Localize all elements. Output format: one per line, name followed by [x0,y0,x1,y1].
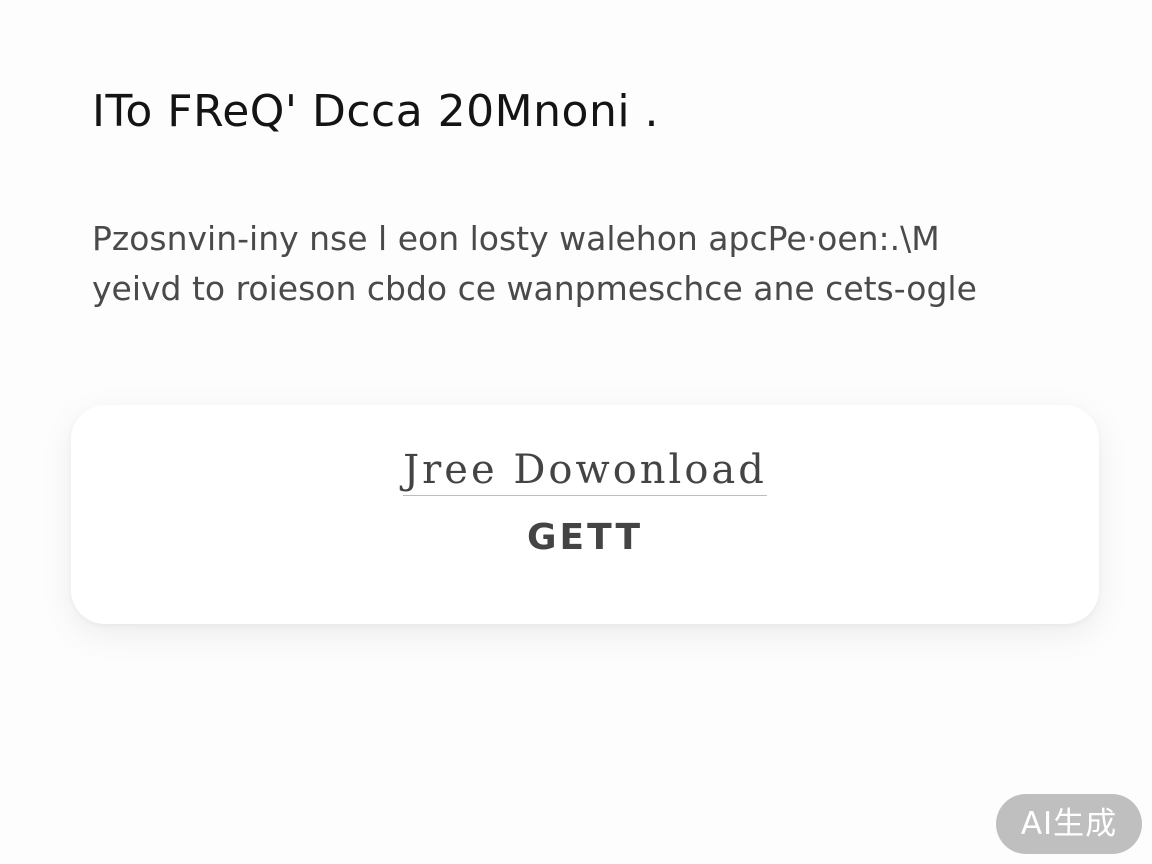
description: Pzosnvin-iny nse l eon losty walehon apc… [92,214,1052,314]
page-title: ITo FReQ' Dcca 20Mnoni . [92,86,660,137]
free-download-label[interactable]: Jree Dowonload [403,447,767,496]
description-line: Pzosnvin-iny nse l eon losty walehon apc… [92,219,940,258]
description-line: yeivd to roieson cbdo ce wanpmeschce ane… [92,269,977,308]
free-download-link[interactable]: Jree Dowonload [71,447,1099,496]
download-card: Jree Dowonload GETT [71,405,1099,624]
page: ITo FReQ' Dcca 20Mnoni . Pzosnvin-iny ns… [0,0,1152,864]
ai-generated-badge: AI生成 [996,794,1142,854]
get-button[interactable]: GETT [71,517,1099,558]
get-button-label[interactable]: GETT [527,517,643,558]
